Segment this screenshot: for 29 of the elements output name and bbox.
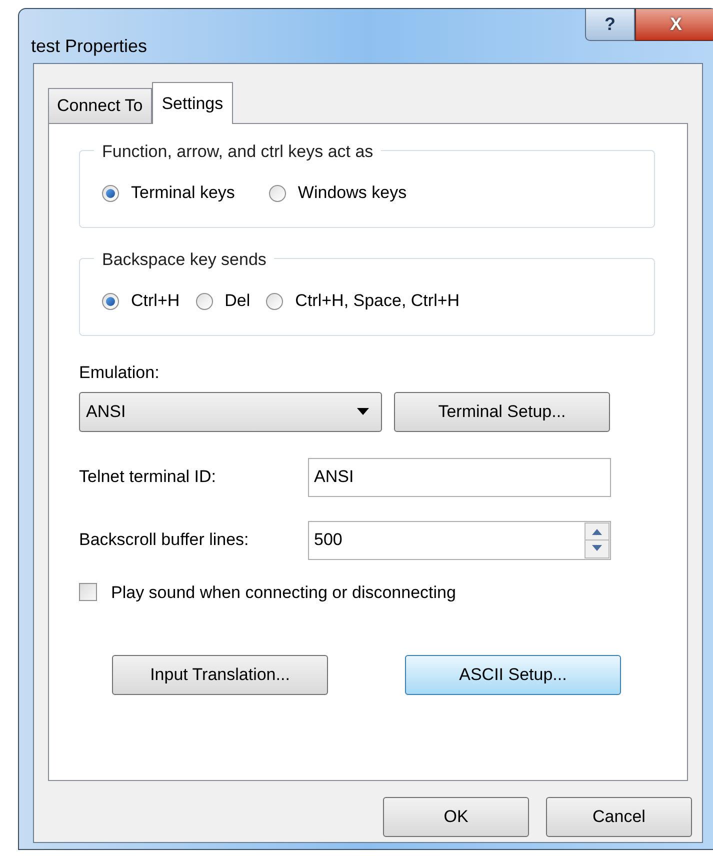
radio-button[interactable]: [268, 184, 286, 202]
help-button[interactable]: ?: [585, 9, 635, 41]
caret-icon: [357, 408, 369, 415]
tab[interactable]: Connect To: [48, 88, 152, 123]
radio-button[interactable]: [102, 184, 119, 202]
checkbox[interactable]: [79, 583, 97, 602]
spin-field[interactable]: 500: [308, 520, 611, 560]
radio-button[interactable]: [196, 292, 213, 310]
emulation-dropdown[interactable]: ANSI: [79, 392, 382, 432]
input-field[interactable]: ANSI: [308, 458, 611, 496]
radio-label: Windows keys: [298, 182, 407, 204]
radio-button[interactable]: [266, 292, 284, 310]
field-label: Telnet terminal ID:: [79, 466, 217, 488]
tab[interactable]: Settings: [152, 82, 234, 124]
dialog-button[interactable]: ASCII Setup...: [405, 655, 621, 695]
spinner-arrows-icon[interactable]: [584, 522, 610, 558]
radio-button[interactable]: [102, 292, 119, 310]
dialog-button[interactable]: Cancel: [546, 797, 692, 837]
radio-label: Ctrl+H, Space, Ctrl+H: [295, 290, 460, 312]
dialog-button[interactable]: OK: [383, 797, 529, 837]
radio-label: Del: [224, 290, 250, 312]
checkbox-label: Play sound when connecting or disconnecting: [111, 582, 456, 604]
radio-label: Terminal keys: [131, 182, 235, 204]
emulation-label: Emulation:: [79, 362, 160, 384]
terminal-setup-button[interactable]: Terminal Setup...: [394, 392, 610, 432]
window-title: test Properties: [31, 35, 148, 58]
field-label: Backscroll buffer lines:: [79, 529, 250, 552]
dialog-button[interactable]: Input Translation...: [112, 655, 328, 695]
radio-label: Ctrl+H: [131, 290, 180, 312]
